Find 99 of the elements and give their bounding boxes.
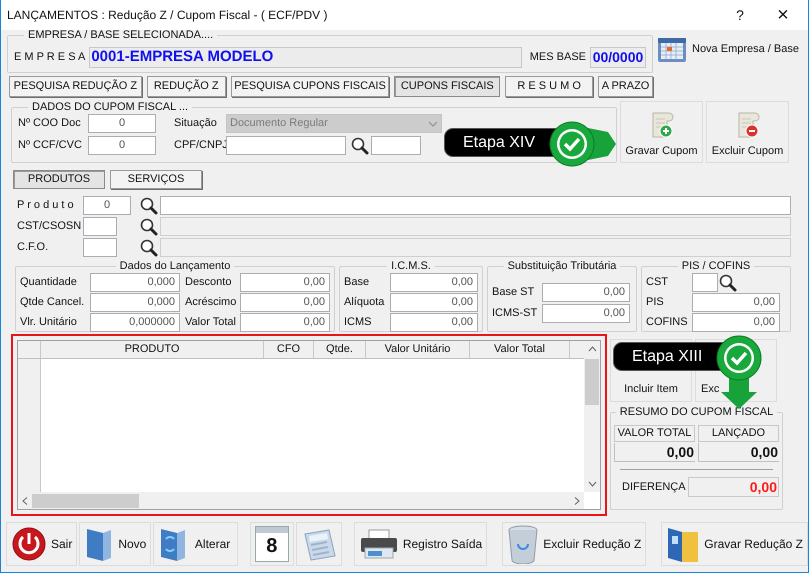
group-title: PIS / COFINS bbox=[680, 260, 752, 273]
input-field[interactable]: 0,00 bbox=[240, 273, 330, 292]
search-icon bbox=[718, 273, 737, 292]
total-value: 0,00 bbox=[614, 443, 695, 462]
field-label: COFINS bbox=[646, 315, 689, 330]
input-field[interactable]: 0 bbox=[88, 136, 156, 155]
horizontal-scrollbar[interactable] bbox=[18, 492, 584, 509]
tab[interactable]: A PRAZO bbox=[598, 76, 653, 97]
field-label: Nº CCF/CVC bbox=[18, 138, 83, 154]
group-title: DADOS DO CUPOM FISCAL ... bbox=[31, 101, 190, 114]
field-label: Vlr. Unitário bbox=[20, 315, 78, 330]
column-header[interactable]: Valor Unitário bbox=[366, 341, 470, 358]
window-title: LANÇAMENTOS : Redução Z / Cupom Fiscal - ( ECF/PDV ) bbox=[7, 7, 328, 24]
field-label: CST bbox=[646, 275, 669, 290]
input-field[interactable] bbox=[83, 238, 117, 257]
tab[interactable]: PESQUISA CUPONS FISCAIS bbox=[230, 76, 390, 97]
field-label: ICMS-ST bbox=[492, 306, 538, 322]
close-button[interactable]: × bbox=[760, 3, 806, 27]
field-label: Alíquota bbox=[344, 295, 386, 310]
column-header[interactable]: Qtde. bbox=[314, 341, 366, 358]
trash-icon bbox=[507, 524, 540, 564]
chevron-down-icon bbox=[428, 120, 438, 126]
tab[interactable]: CUPONS FISCAIS bbox=[394, 76, 500, 97]
input-field[interactable]: 0,00 bbox=[542, 283, 630, 302]
help-button[interactable]: ? bbox=[720, 3, 760, 27]
tab[interactable]: PESQUISA REDUÇÃO Z bbox=[9, 76, 142, 97]
field-label: C.F.O. bbox=[17, 240, 50, 256]
cupom-button[interactable]: Excluir Cupom bbox=[706, 101, 789, 163]
field-label: CST/CSOSN bbox=[17, 219, 82, 234]
input-field[interactable]: 0,00 bbox=[692, 293, 780, 312]
field-label: Acréscimo bbox=[184, 295, 238, 310]
input-field[interactable]: 0,00 bbox=[240, 313, 330, 332]
toolbar-button[interactable]: Registro Saída bbox=[354, 522, 488, 566]
field-label: PIS bbox=[646, 295, 665, 310]
launched-value: 0,00 bbox=[698, 443, 779, 462]
field-label: P r o d u t o bbox=[17, 198, 75, 214]
field-label: ICMS bbox=[344, 315, 372, 330]
input-field[interactable] bbox=[692, 273, 718, 292]
input-field[interactable]: 0,00 bbox=[542, 304, 630, 323]
toolbar-button[interactable]: Excluir Redução Z bbox=[502, 522, 646, 566]
tab[interactable]: R E S U M O bbox=[505, 76, 594, 97]
items-table[interactable]: PRODUTO CFO Qtde. Valor Unitário Valor Total bbox=[17, 340, 601, 510]
toolbar-button[interactable]: Novo bbox=[79, 522, 152, 566]
input-field[interactable]: 0 bbox=[83, 196, 131, 215]
group-title: RESUMO DO CUPOM FISCAL bbox=[618, 406, 774, 419]
field-label: Nº COO Doc bbox=[18, 116, 82, 132]
column-header: VALOR TOTAL bbox=[614, 425, 695, 442]
input-field[interactable]: 0,00 bbox=[390, 313, 478, 332]
input-field[interactable]: 0,000000 bbox=[90, 313, 180, 332]
input-field[interactable]: 0,000 bbox=[90, 273, 180, 292]
field-label: Desconto bbox=[184, 275, 232, 290]
field-label: Qtde Cancel. bbox=[20, 295, 86, 310]
search-icon bbox=[139, 196, 158, 215]
field-label: Situação bbox=[174, 116, 218, 132]
input-field[interactable] bbox=[83, 217, 117, 236]
toolbar-button[interactable]: Gravar Redução Z bbox=[661, 522, 808, 566]
field-label: E M P R E S A bbox=[14, 50, 86, 65]
field-label: Base bbox=[344, 275, 370, 290]
scroll-thumb[interactable] bbox=[32, 494, 139, 508]
input-field[interactable]: 0,00 bbox=[692, 313, 780, 332]
input-field[interactable]: 0,00 bbox=[240, 293, 330, 312]
scroll-thumb[interactable] bbox=[585, 359, 599, 405]
input-field[interactable] bbox=[226, 136, 346, 155]
search-icon bbox=[139, 238, 158, 257]
input-field[interactable] bbox=[371, 136, 421, 155]
check-badge-tooltip bbox=[548, 120, 618, 168]
column-header[interactable]: PRODUTO bbox=[41, 341, 264, 358]
input-field[interactable]: 0,000 bbox=[90, 293, 180, 312]
column-header[interactable]: CFO bbox=[264, 341, 314, 358]
cupom-button[interactable]: Gravar Cupom bbox=[620, 101, 703, 163]
toolbar-button[interactable]: Alterar bbox=[153, 522, 238, 566]
group-title: EMPRESA / BASE SELECIONADA.... bbox=[27, 29, 214, 42]
toolbar-button[interactable] bbox=[296, 522, 342, 566]
column-header: LANÇADO bbox=[698, 425, 779, 442]
field-label: Base ST bbox=[492, 285, 536, 300]
group-title: Substituição Tributária bbox=[506, 260, 618, 273]
difference-value: 0,00 bbox=[688, 477, 779, 497]
tab[interactable]: SERVIÇOS bbox=[110, 170, 202, 189]
field-label: DIFERENÇA bbox=[621, 480, 687, 495]
tab[interactable]: REDUÇÃO Z bbox=[146, 76, 226, 97]
power-icon bbox=[11, 526, 47, 562]
input-field[interactable]: 0,00 bbox=[390, 293, 478, 312]
toolbar-button[interactable]: Sair bbox=[6, 522, 78, 566]
field-label: MES BASE bbox=[530, 50, 586, 65]
group-title: Dados do Lançamento bbox=[118, 260, 232, 273]
new-company-button[interactable]: Nova Empresa / Base bbox=[656, 34, 799, 64]
field-label: Quantidade bbox=[20, 275, 78, 290]
month-field[interactable]: 00/0000 bbox=[590, 46, 646, 68]
search-icon bbox=[139, 217, 158, 236]
tab[interactable]: PRODUTOS bbox=[13, 170, 105, 189]
search-icon bbox=[350, 136, 369, 155]
group-title: I.C.M.S. bbox=[390, 260, 432, 273]
column-header[interactable]: Valor Total bbox=[470, 341, 570, 358]
field-label: Valor Total bbox=[184, 315, 237, 330]
input-field[interactable]: 0 bbox=[88, 114, 156, 133]
input-field[interactable]: 0,00 bbox=[390, 273, 478, 292]
company-field[interactable]: 0001-EMPRESA MODELO bbox=[89, 46, 522, 68]
printer-icon bbox=[358, 528, 399, 560]
description-field[interactable] bbox=[160, 196, 791, 215]
